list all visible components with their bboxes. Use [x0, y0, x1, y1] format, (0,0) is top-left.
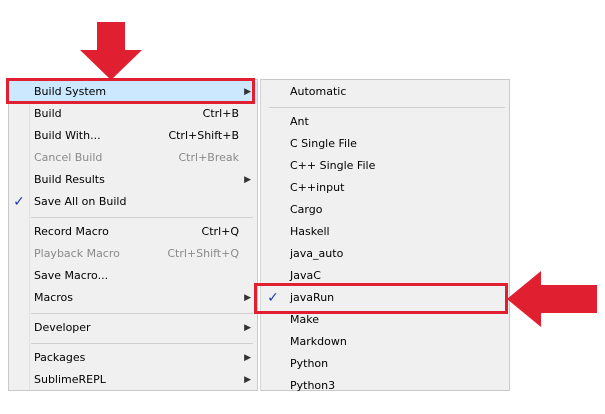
- menu-item-label: Build With...: [34, 129, 101, 142]
- shortcut-label: Ctrl+Shift+Q: [167, 247, 239, 260]
- menu-separator: [269, 107, 505, 108]
- submenu-arrow-icon: ▶: [244, 353, 251, 363]
- menu-separator: [31, 343, 253, 344]
- red-left-arrow-icon: [507, 271, 597, 327]
- menu-item-label: Record Macro: [34, 225, 109, 238]
- submenu-arrow-icon: ▶: [244, 323, 251, 333]
- build-system-automatic[interactable]: Automatic: [261, 81, 509, 103]
- build-system-markdown[interactable]: Markdown: [261, 331, 509, 353]
- menu-item-label: Save Macro...: [34, 269, 109, 282]
- build-system-python[interactable]: Python: [261, 353, 509, 375]
- menu-separator: [31, 313, 253, 314]
- menu-item-label: Playback Macro: [34, 247, 120, 260]
- menu-item-label: Developer: [34, 321, 91, 334]
- menu-item-label: Build: [34, 107, 62, 120]
- build-system-haskell[interactable]: Haskell: [261, 221, 509, 243]
- menu-item-sublimerepl[interactable]: SublimeREPL ▶: [9, 369, 257, 391]
- menu-item-developer[interactable]: Developer ▶: [9, 317, 257, 339]
- menu-item-label: Build Results: [34, 173, 105, 186]
- build-system-cpp-input[interactable]: C++input: [261, 177, 509, 199]
- menu-item-label: SublimeREPL: [34, 373, 106, 386]
- menu-item-label: Save All on Build: [34, 195, 127, 208]
- menu-item-label: Haskell: [290, 225, 330, 238]
- menu-item-label: Macros: [34, 291, 74, 304]
- menu-item-build-with[interactable]: Build With... Ctrl+Shift+B: [9, 125, 257, 147]
- menu-item-build-results[interactable]: Build Results ▶: [9, 169, 257, 191]
- menu-item-save-all-on-build[interactable]: ✓ Save All on Build: [9, 191, 257, 213]
- highlight-box-javarun: [254, 283, 508, 314]
- build-system-java-auto[interactable]: java_auto: [261, 243, 509, 265]
- menu-item-label: C Single File: [290, 137, 357, 150]
- menu-item-label: java_auto: [290, 247, 344, 260]
- submenu-arrow-icon: ▶: [244, 293, 251, 303]
- tools-menu: Build System ▶ Build Ctrl+B Build With..…: [8, 79, 258, 391]
- menu-item-label: Python3: [290, 379, 336, 392]
- menu-item-macros[interactable]: Macros ▶: [9, 287, 257, 309]
- menu-item-label: C++input: [290, 181, 345, 194]
- menu-item-cancel-build[interactable]: Cancel Build Ctrl+Break: [9, 147, 257, 169]
- build-system-ant[interactable]: Ant: [261, 111, 509, 133]
- menu-item-label: Cargo: [290, 203, 323, 216]
- menu-item-label: Cancel Build: [34, 151, 103, 164]
- shortcut-label: Ctrl+B: [202, 107, 239, 120]
- menu-item-build[interactable]: Build Ctrl+B: [9, 103, 257, 125]
- menu-item-save-macro[interactable]: Save Macro...: [9, 265, 257, 287]
- submenu-arrow-icon: ▶: [244, 175, 251, 185]
- shortcut-label: Ctrl+Shift+B: [168, 129, 239, 142]
- menu-item-playback-macro[interactable]: Playback Macro Ctrl+Shift+Q: [9, 243, 257, 265]
- menu-item-label: Python: [290, 357, 329, 370]
- build-system-python3[interactable]: Python3: [261, 375, 509, 397]
- menu-separator: [31, 217, 253, 218]
- menu-item-label: Automatic: [290, 85, 347, 98]
- highlight-box-build-system: [6, 78, 255, 104]
- build-system-cargo[interactable]: Cargo: [261, 199, 509, 221]
- red-down-arrow-icon: [80, 22, 142, 80]
- build-system-c-single-file[interactable]: C Single File: [261, 133, 509, 155]
- menu-item-record-macro[interactable]: Record Macro Ctrl+Q: [9, 221, 257, 243]
- menu-item-packages[interactable]: Packages ▶: [9, 347, 257, 369]
- build-system-cpp-single-file[interactable]: C++ Single File: [261, 155, 509, 177]
- menu-item-label: Packages: [34, 351, 86, 364]
- shortcut-label: Ctrl+Break: [178, 151, 240, 164]
- shortcut-label: Ctrl+Q: [201, 225, 239, 238]
- submenu-arrow-icon: ▶: [244, 375, 251, 385]
- menu-item-label: C++ Single File: [290, 159, 376, 172]
- build-system-submenu: Automatic Ant C Single File C++ Single F…: [260, 79, 510, 392]
- checkmark-icon: ✓: [13, 194, 25, 210]
- menu-item-label: Ant: [290, 115, 309, 128]
- menu-item-label: Markdown: [290, 335, 347, 348]
